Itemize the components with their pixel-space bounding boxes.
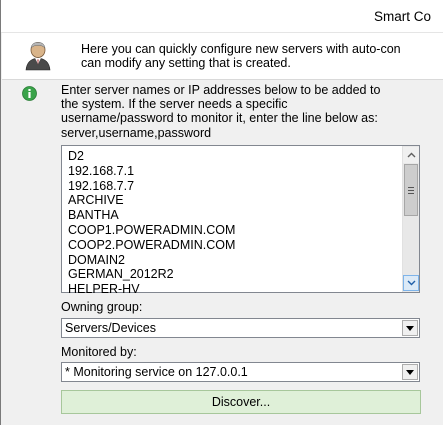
- monitored-by-value: * Monitoring service on 127.0.0.1: [65, 365, 248, 379]
- list-item: BANTHA: [68, 208, 119, 223]
- chevron-up-icon: [407, 152, 415, 158]
- smart-config-window: Smart Co Here you can quickly configure …: [0, 0, 443, 425]
- scrollbar-thumb[interactable]: [404, 164, 418, 216]
- list-item: HELPER-HV: [68, 282, 140, 297]
- intro-line-2: can modify any setting that is created.: [81, 56, 291, 70]
- owning-group-select[interactable]: Servers/Devices: [61, 318, 420, 338]
- owning-group-dropdown-button[interactable]: [402, 320, 418, 336]
- dropdown-arrow-icon: [406, 369, 414, 375]
- instructions-line-4: server,username,password: [61, 125, 212, 140]
- intro-text: Here you can quickly configure new serve…: [81, 42, 443, 70]
- vertical-scrollbar[interactable]: [402, 146, 419, 292]
- server-list-items: D2 192.168.7.1 192.168.7.7 ARCHIVE BANTH…: [68, 149, 398, 297]
- instructions-line-3: username/password to monitor it, enter t…: [61, 111, 378, 126]
- scroll-down-button[interactable]: [403, 275, 419, 291]
- list-item: DOMAIN2: [68, 252, 125, 267]
- user-avatar-icon: [25, 42, 51, 71]
- scroll-up-button[interactable]: [403, 147, 419, 163]
- window-title: Smart Co: [374, 9, 432, 24]
- instructions-line-1: Enter server names or IP addresses below…: [61, 83, 381, 97]
- list-item: D2: [68, 149, 84, 163]
- dropdown-arrow-icon: [406, 325, 414, 331]
- owning-group-label: Owning group:: [61, 300, 143, 314]
- list-item: GERMAN_2012R2: [68, 267, 174, 282]
- instructions-line-2: the system. If the server needs a specif…: [61, 97, 288, 112]
- list-item: 192.168.7.1: [68, 163, 135, 178]
- instructions-text: Enter server names or IP addresses below…: [61, 83, 443, 140]
- list-item: ARCHIVE: [68, 193, 124, 208]
- monitored-by-dropdown-button[interactable]: [402, 364, 418, 380]
- intro-line-1: Here you can quickly configure new serve…: [81, 42, 401, 56]
- monitored-by-select[interactable]: * Monitoring service on 127.0.0.1: [61, 362, 420, 382]
- list-item: COOP2.POWERADMIN.COM: [68, 237, 236, 252]
- title-bar[interactable]: Smart Co: [1, 0, 443, 33]
- list-item: COOP1.POWERADMIN.COM: [68, 222, 236, 237]
- server-list-textarea[interactable]: D2 192.168.7.1 192.168.7.7 ARCHIVE BANTH…: [61, 145, 420, 296]
- grip-icon: [408, 186, 414, 194]
- chevron-down-icon: [407, 280, 415, 286]
- list-item: 192.168.7.7: [68, 178, 135, 193]
- discover-button[interactable]: Discover...: [61, 390, 421, 414]
- green-info-icon: [22, 86, 37, 101]
- owning-group-value: Servers/Devices: [65, 321, 156, 335]
- monitored-by-label: Monitored by:: [61, 345, 137, 359]
